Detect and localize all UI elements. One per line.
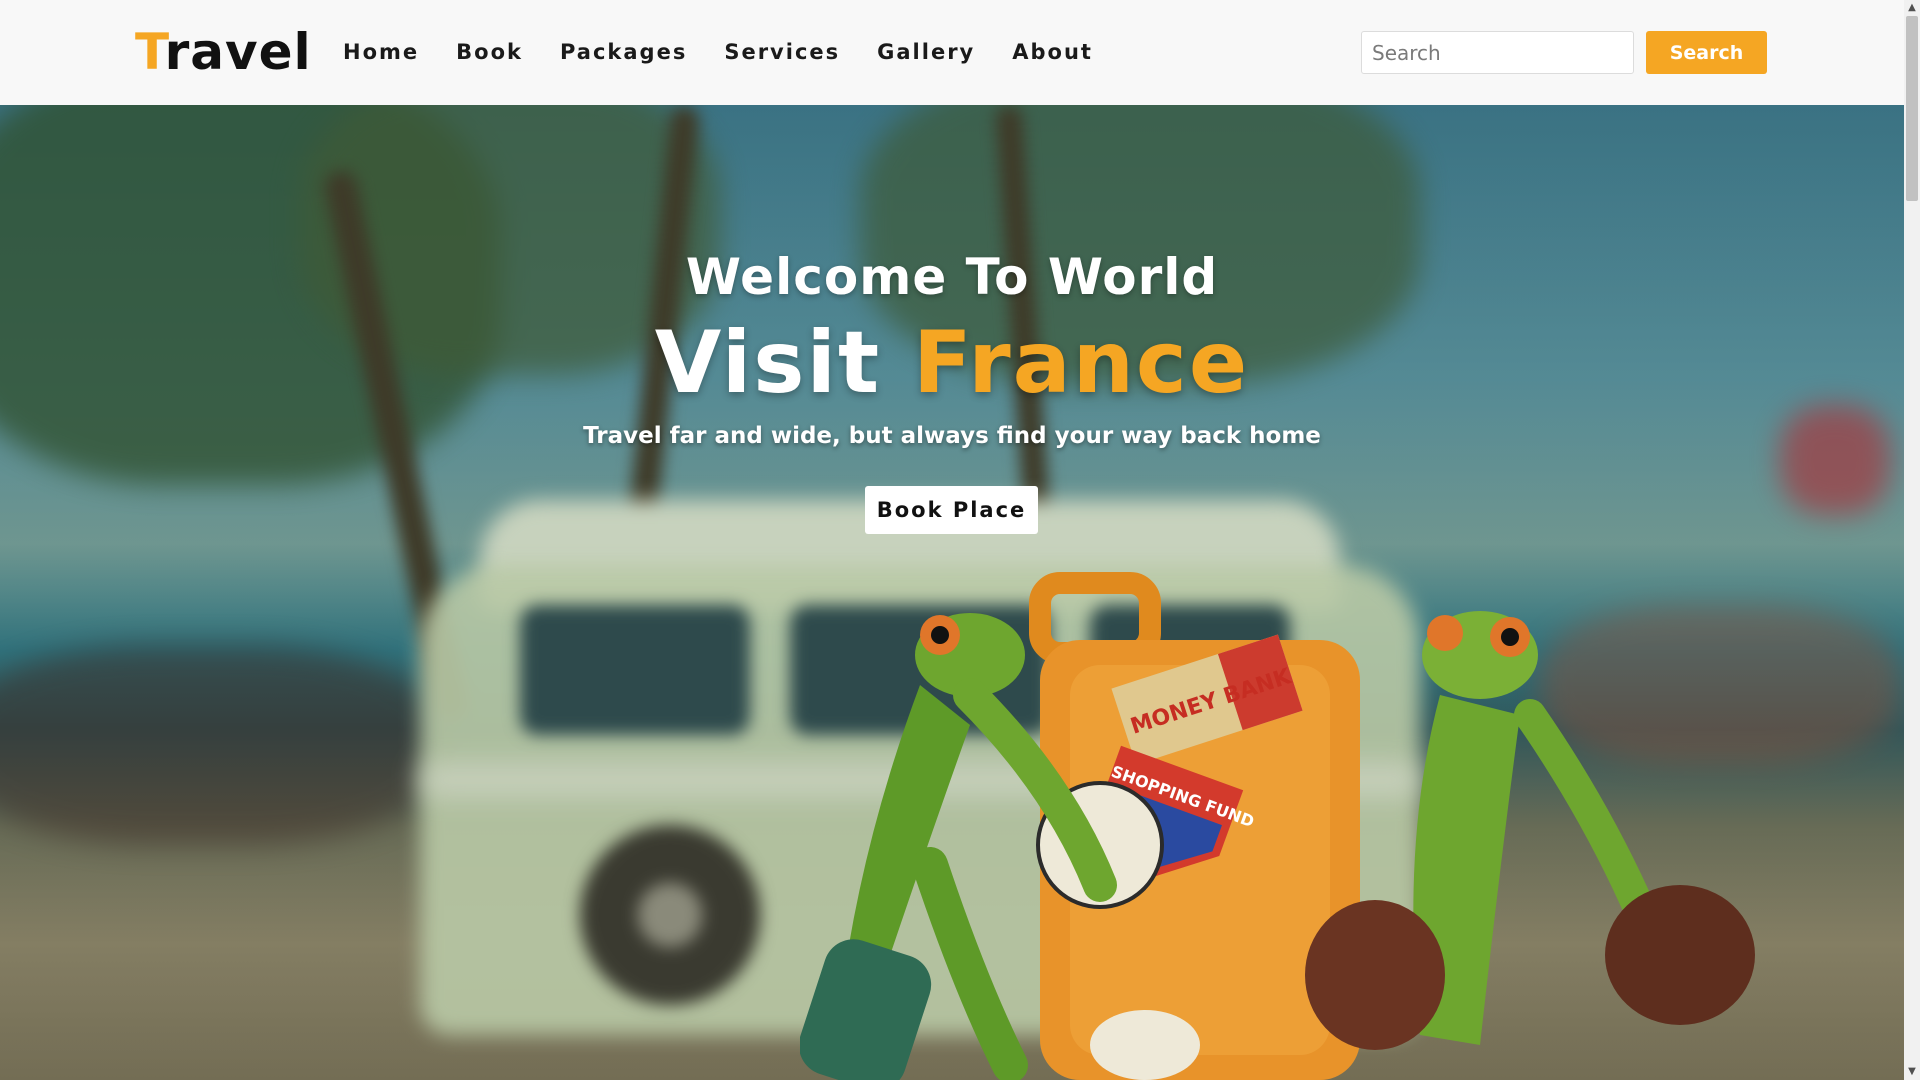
hero-frogs-suitcase-image: MONEY BANK SHOPPING FUND [800,572,1755,1080]
hero-title: Visit France [0,313,1904,413]
nav-link-about[interactable]: About [1012,34,1093,70]
scrollbar-thumb[interactable] [1906,16,1918,201]
hero-title-accent: France [913,313,1250,413]
hero-tagline: Travel far and wide, but always find you… [583,423,1321,449]
search-input[interactable] [1361,31,1634,74]
scroll-down-arrow-icon[interactable]: ▼ [1904,1064,1920,1080]
hero-subtitle: Welcome To World [685,248,1219,306]
scroll-up-arrow-icon[interactable]: ▲ [1904,0,1920,16]
nav-link-services[interactable]: Services [724,34,840,70]
nav-links: Home Book Packages Services Gallery Abou… [343,34,1130,70]
logo[interactable]: Travel [135,20,312,84]
navbar: Travel Home Book Packages Services Galle… [0,0,1904,105]
nav-link-packages[interactable]: Packages [560,34,687,70]
vertical-scrollbar[interactable]: ▲ ▼ [1904,0,1920,1080]
logo-accent-letter: T [135,23,165,81]
nav-link-gallery[interactable]: Gallery [877,34,975,70]
nav-link-book[interactable]: Book [456,34,523,70]
nav-link-home[interactable]: Home [343,34,419,70]
book-place-button[interactable]: Book Place [865,486,1038,534]
hero-title-main: Visit [654,313,882,413]
hero-section: Welcome To World Visit France Travel far… [0,105,1904,1080]
search-button[interactable]: Search [1646,31,1767,74]
logo-text: ravel [164,23,312,81]
